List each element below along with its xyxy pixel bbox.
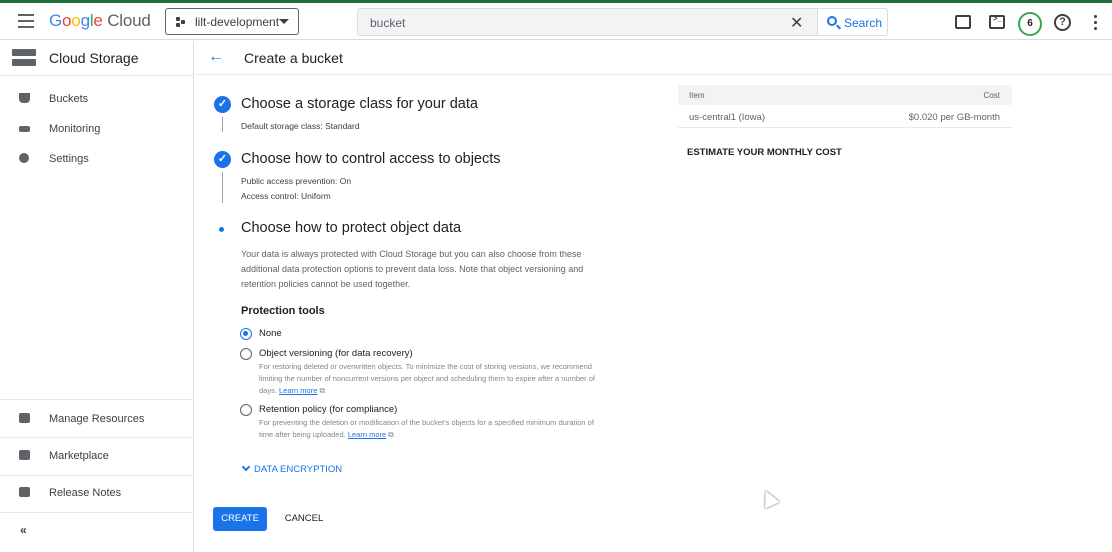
step-complete-icon: ✓ [214,151,231,168]
external-link-icon: ⧉ [388,430,394,439]
create-button[interactable]: CREATE [213,507,267,531]
cancel-button[interactable]: CANCEL [279,507,329,531]
option-label: Object versioning (for data recovery) [259,348,413,359]
sidebar-item-release-notes[interactable]: Release Notes [0,479,194,507]
project-name: lilt-development [195,15,280,29]
sidebar-item-marketplace[interactable]: Marketplace [0,442,194,470]
estimate-cost-link[interactable]: ESTIMATE YOUR MONTHLY COST [687,147,842,158]
folder-icon [19,413,30,423]
sidebar-item-manage-resources[interactable]: Manage Resources [0,405,194,433]
step-title[interactable]: Choose a storage class for your data [241,96,478,112]
step-title: Choose how to protect object data [241,220,462,236]
sidebar: Cloud Storage Buckets Monitoring Setting… [0,41,194,552]
radio-none[interactable] [240,328,252,340]
option-label: Retention policy (for compliance) [259,404,398,415]
protection-tools-heading: Protection tools [241,305,325,317]
sidebar-item-settings[interactable]: Settings [0,145,194,173]
more-options-icon[interactable] [1094,15,1098,31]
help-icon[interactable]: ? [1054,14,1071,31]
menu-icon[interactable] [18,14,34,28]
search-button[interactable]: Search [817,8,888,36]
data-encryption-toggle[interactable]: DATA ENCRYPTION [241,462,342,475]
sidebar-divider [0,475,194,476]
external-link-icon: ⧉ [319,386,325,395]
option-help: For restoring deleted or overwritten obj… [259,362,596,395]
sidebar-header: Cloud Storage [0,41,194,76]
back-arrow-icon[interactable]: ← [208,48,224,66]
sidebar-item-monitoring[interactable]: Monitoring [0,115,194,143]
chevron-down-icon [279,19,289,24]
step-title[interactable]: Choose how to control access to objects [241,151,501,167]
project-selector[interactable]: lilt-development [165,8,299,35]
option-label: None [259,328,282,339]
bucket-icon [19,93,30,103]
sidebar-divider [0,512,194,513]
product-title: Cloud Storage [49,50,139,66]
feedback-icon[interactable] [955,15,971,29]
cloud-shell-icon[interactable] [989,14,1005,29]
cart-icon [19,450,30,460]
sidebar-item-buckets[interactable]: Buckets [0,85,194,113]
notifications-badge[interactable]: 6 [1018,12,1042,36]
learn-more-link[interactable]: Learn more [279,386,317,395]
step-summary: Access control: Uniform [241,191,331,201]
collapse-sidebar-icon[interactable]: « [20,523,27,537]
option-help: For preventing the deletion or modificat… [259,418,594,439]
learn-more-link[interactable]: Learn more [348,430,386,439]
step-summary: Default storage class: Standard [241,121,360,131]
cloud-storage-icon [12,49,36,67]
radio-retention-policy[interactable] [240,404,252,416]
step-summary: Public access prevention: On [241,176,352,186]
cost-table-header: Item Cost [678,85,1012,105]
chevron-down-icon [241,462,251,472]
step-complete-icon: ✓ [214,96,231,113]
page-title: Create a bucket [244,50,343,66]
table-row: us-central1 (Iowa) $0.020 per GB-month [678,106,1012,128]
radio-object-versioning[interactable] [240,348,252,360]
step-connector [222,172,223,203]
gear-icon [19,153,29,163]
top-bar: Google Cloud lilt-development bucket ✕ S… [0,3,1112,40]
close-icon[interactable]: ✕ [790,13,803,33]
project-icon [176,17,186,27]
step-current-icon [219,227,224,232]
mouse-cursor-icon [758,487,780,509]
protection-description: Your data is always protected with Cloud… [241,249,584,289]
google-cloud-logo[interactable]: Google Cloud [49,11,151,31]
step-connector [222,117,223,132]
search-input[interactable]: bucket [370,16,405,30]
search-icon [827,16,837,26]
chart-icon [19,126,30,132]
page-header: ← Create a bucket [195,41,1112,75]
notes-icon [19,487,30,497]
main-content: ← Create a bucket ✓ Choose a storage cla… [195,41,1112,552]
sidebar-divider [0,399,194,400]
search-bar[interactable]: bucket ✕ Search [357,8,888,36]
sidebar-divider [0,437,194,438]
